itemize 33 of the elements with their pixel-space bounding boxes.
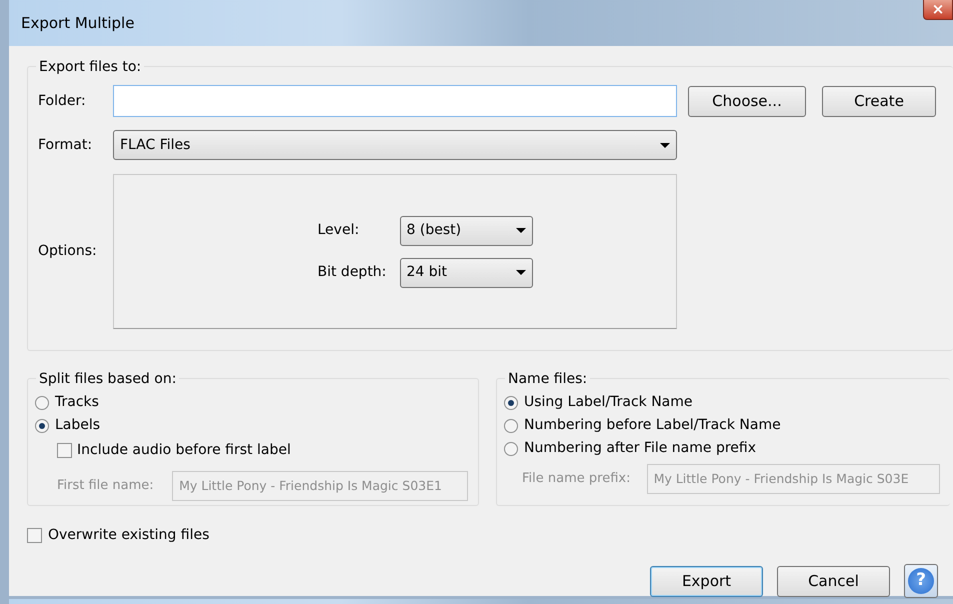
radio-button[interactable]: [504, 396, 518, 410]
option-dropdown[interactable]: 24 bit: [400, 258, 532, 288]
option-label[interactable]: Numbering before Label/Track Name: [524, 415, 781, 436]
radio-button[interactable]: [504, 418, 518, 432]
dialog-button[interactable]: Export: [650, 566, 763, 596]
option-label[interactable]: Tracks: [55, 392, 99, 413]
window-title: Export Multiple: [21, 12, 134, 34]
format-dropdown[interactable]: FLAC Files: [113, 130, 677, 160]
caret-icon: [660, 142, 670, 148]
radio-button[interactable]: [35, 418, 49, 432]
create-button[interactable]: Create: [822, 86, 936, 116]
option-label[interactable]: Labels: [55, 415, 100, 436]
choose-button[interactable]: Choose...: [688, 86, 806, 116]
checkbox-label[interactable]: Overwrite existing files: [48, 525, 210, 546]
option-dropdown[interactable]: 8 (best): [400, 216, 532, 246]
radio-button[interactable]: [504, 442, 518, 456]
field-label: File name prefix:: [522, 470, 632, 488]
field-label: Level:: [318, 221, 360, 240]
field-label: Bit depth:: [318, 263, 388, 282]
field-label: First file name:: [57, 477, 155, 496]
dialog-button[interactable]: Cancel: [777, 566, 890, 596]
radio-button[interactable]: [35, 396, 49, 410]
field-label: Options:: [38, 242, 98, 261]
checkbox[interactable]: [57, 442, 72, 458]
checkbox[interactable]: [27, 528, 42, 543]
field-label: Format:: [38, 136, 94, 154]
option-label[interactable]: Using Label/Track Name: [524, 392, 693, 413]
caret-icon: [516, 270, 526, 275]
caret-icon: [516, 228, 526, 233]
folder-field[interactable]: [113, 85, 677, 117]
checkbox-label[interactable]: Include audio before first label: [77, 440, 291, 460]
option-label[interactable]: Numbering after File name prefix: [524, 438, 756, 459]
field-label: Folder:: [38, 92, 87, 110]
